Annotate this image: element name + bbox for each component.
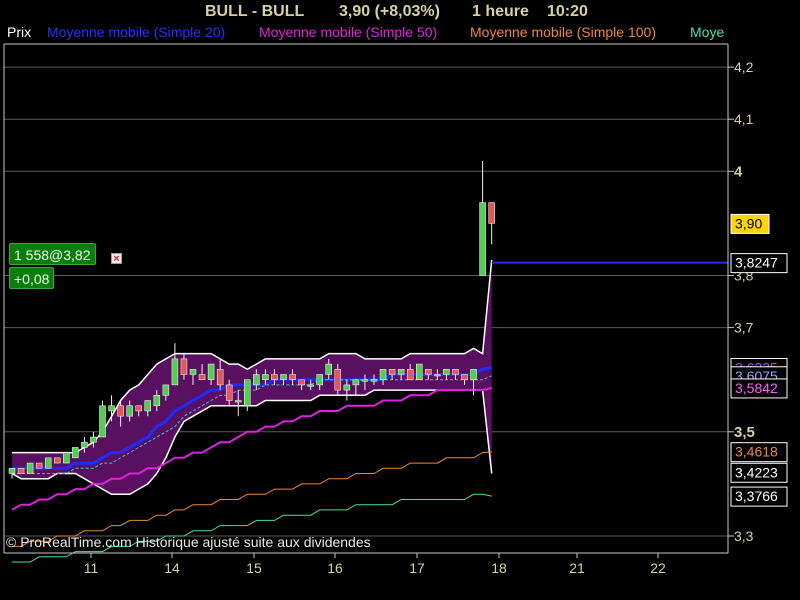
candle-body[interactable] bbox=[425, 369, 432, 375]
candle-body[interactable] bbox=[198, 374, 206, 380]
price-labels: 3,903,82473,62353,60753,58423,46183,4223… bbox=[730, 213, 788, 507]
candle-body[interactable] bbox=[488, 202, 495, 224]
y-tick-label: 3,3 bbox=[734, 528, 754, 544]
position-pnl: +0,08 bbox=[9, 267, 55, 289]
candle-body[interactable] bbox=[90, 436, 97, 443]
candle-body[interactable] bbox=[343, 384, 351, 391]
candle-body[interactable] bbox=[334, 369, 342, 391]
copyright-text: © ProRealTime.com Historique ajusté suit… bbox=[6, 534, 371, 550]
y-tick-label: 4,2 bbox=[734, 59, 754, 75]
candle-body[interactable] bbox=[416, 363, 423, 380]
candle-body[interactable] bbox=[289, 374, 296, 380]
candle-body[interactable] bbox=[452, 369, 459, 375]
indicator-value-label: 3,4618 bbox=[730, 442, 788, 463]
label-text: 3,90 bbox=[735, 215, 762, 231]
candle-body[interactable] bbox=[8, 468, 16, 474]
y-tick-label: 4 bbox=[734, 163, 743, 180]
candle-body[interactable] bbox=[235, 400, 242, 403]
candle-body[interactable] bbox=[216, 369, 224, 386]
candle-body[interactable] bbox=[361, 379, 369, 382]
candle-body[interactable] bbox=[352, 379, 360, 386]
candle-body[interactable] bbox=[443, 369, 450, 375]
label-text: 3,8247 bbox=[735, 255, 778, 271]
candle-body[interactable] bbox=[189, 369, 197, 375]
candle-body[interactable] bbox=[406, 369, 414, 380]
candle-body[interactable] bbox=[35, 462, 43, 469]
x-tick-label: 14 bbox=[164, 560, 180, 576]
label-text: 3,5842 bbox=[735, 380, 778, 396]
candle-body[interactable] bbox=[26, 462, 34, 474]
candle-body[interactable] bbox=[180, 358, 188, 375]
candle-body[interactable] bbox=[271, 374, 278, 380]
y-tick-label: 4,1 bbox=[734, 111, 754, 127]
x-tick-label: 22 bbox=[650, 560, 666, 576]
indicator-value-label: 3,5842 bbox=[730, 378, 788, 399]
ma200-line bbox=[12, 493, 492, 563]
x-tick-label: 16 bbox=[327, 560, 343, 576]
last-price-label: 3,90 bbox=[730, 213, 770, 234]
candle-body[interactable] bbox=[117, 405, 124, 417]
candle-body[interactable] bbox=[153, 395, 161, 406]
candle-body[interactable] bbox=[316, 374, 323, 386]
candle-body[interactable] bbox=[17, 468, 25, 474]
indicator-value-label: 3,4223 bbox=[730, 462, 788, 483]
indicator-value-label: 3,3766 bbox=[730, 486, 788, 507]
candle-body[interactable] bbox=[207, 363, 215, 380]
candle-body[interactable] bbox=[379, 369, 387, 380]
position-label[interactable]: 1 558@3,82 bbox=[9, 243, 96, 265]
candle-body[interactable] bbox=[470, 369, 477, 380]
candle-body[interactable] bbox=[72, 447, 79, 459]
candle-body[interactable] bbox=[81, 441, 88, 448]
candle-body[interactable] bbox=[262, 374, 269, 380]
label-text: 3,4618 bbox=[735, 444, 778, 460]
candle-body[interactable] bbox=[54, 457, 61, 464]
candle-body[interactable] bbox=[388, 369, 396, 375]
candle-body[interactable] bbox=[144, 400, 151, 412]
y-tick-label: 3,7 bbox=[734, 320, 754, 336]
candle-body[interactable] bbox=[461, 374, 468, 380]
x-tick-label: 11 bbox=[84, 560, 99, 576]
candle-body[interactable] bbox=[135, 405, 142, 412]
candle-body[interactable] bbox=[171, 358, 179, 386]
candle-body[interactable] bbox=[253, 374, 260, 386]
candle-body[interactable] bbox=[397, 369, 405, 375]
candle-body[interactable] bbox=[99, 405, 106, 438]
price-chart[interactable]: 4,24,143,83,73,53,311 14 15 16 17 18 21 22 3,90… bbox=[0, 0, 800, 600]
candle-body[interactable] bbox=[280, 374, 287, 380]
candle-body[interactable] bbox=[307, 384, 314, 387]
close-x-icon[interactable]: × bbox=[111, 253, 122, 265]
candle-body[interactable] bbox=[370, 379, 378, 382]
candle-body[interactable] bbox=[225, 384, 233, 401]
axes: 4,24,143,83,73,53,311 14 15 16 17 18 21 22 bbox=[3, 43, 755, 576]
candle-body[interactable] bbox=[479, 202, 486, 276]
candle-body[interactable] bbox=[298, 379, 305, 386]
indicator-value-label: 3,8247 bbox=[730, 253, 788, 274]
candle-body[interactable] bbox=[63, 452, 70, 464]
candle-body[interactable] bbox=[126, 405, 133, 417]
candle-body[interactable] bbox=[244, 379, 251, 407]
x-tick-label: 18 bbox=[491, 560, 507, 576]
label-text: 3,3766 bbox=[735, 488, 778, 504]
x-tick-label: 21 bbox=[569, 560, 585, 576]
x-tick-label: 17 bbox=[409, 560, 425, 576]
candle-body[interactable] bbox=[108, 405, 115, 412]
y-tick-label: 3,5 bbox=[734, 424, 755, 441]
x-tick-label: 15 bbox=[246, 560, 262, 576]
candle-body[interactable] bbox=[44, 457, 52, 469]
label-text: 3,4223 bbox=[735, 464, 778, 480]
candle-body[interactable] bbox=[325, 363, 332, 375]
candle-body[interactable] bbox=[162, 384, 170, 396]
candle-body[interactable] bbox=[434, 374, 441, 377]
